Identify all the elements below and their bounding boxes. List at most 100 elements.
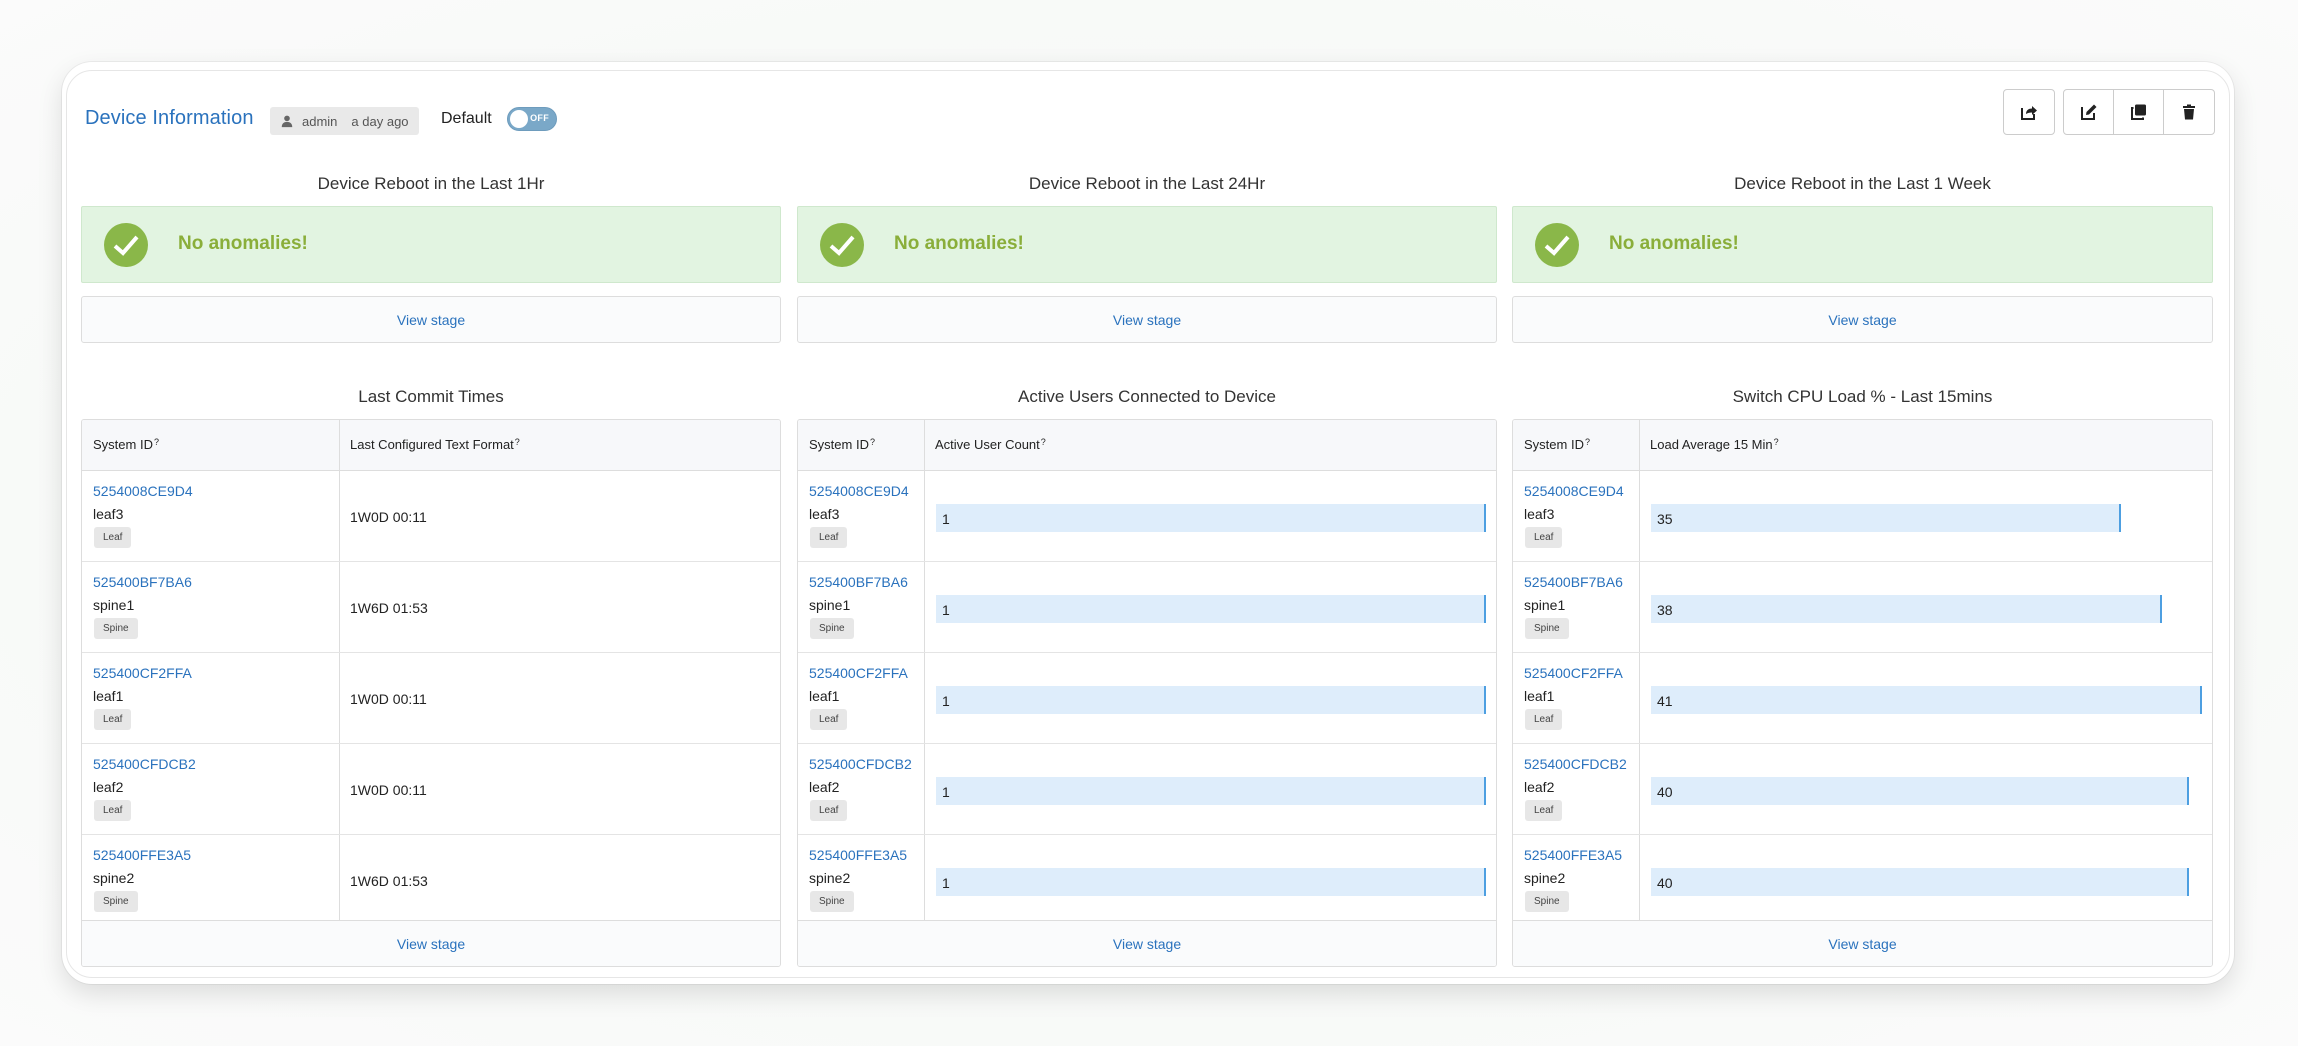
column-header-label: Active User Count [935, 437, 1040, 452]
hostname: spine1 [1524, 597, 1566, 613]
view-stage-link[interactable]: View stage [81, 296, 781, 343]
view-stage-link[interactable]: View stage [1513, 920, 2212, 966]
view-stage-link[interactable]: View stage [1512, 296, 2213, 343]
edit-button[interactable] [2064, 90, 2114, 134]
system-id-link[interactable]: 5254008CE9D4 [1524, 483, 1624, 499]
role-badge: Leaf [94, 800, 132, 821]
hostname: spine1 [809, 597, 851, 613]
table-row: 5254008CE9D4 leaf3 Leaf 35 [1513, 471, 2212, 562]
column-header-value[interactable]: Last Configured Text Format? [350, 437, 520, 452]
value-bar: 1 [936, 504, 1486, 532]
toggle-state: OFF [530, 113, 549, 123]
system-id-link[interactable]: 525400CF2FFA [809, 665, 908, 681]
role-badge: Spine [1525, 891, 1569, 912]
view-stage-link[interactable]: View stage [797, 296, 1497, 343]
help-icon[interactable]: ? [1041, 437, 1046, 447]
owner-name: admin [302, 113, 338, 129]
bar-value: 35 [1657, 511, 1673, 527]
share-group [2003, 89, 2055, 135]
hostname: leaf2 [809, 779, 840, 795]
system-id-link[interactable]: 525400FFE3A5 [809, 847, 907, 863]
table-header: System ID? Last Configured Text Format? [82, 420, 780, 471]
clone-button[interactable] [2114, 90, 2164, 134]
help-icon[interactable]: ? [154, 437, 159, 447]
value-bar: 1 [936, 686, 1486, 714]
bar-value: 1 [942, 693, 950, 709]
hostname: spine2 [93, 870, 135, 886]
value-bar-fill [1651, 504, 2122, 532]
role-badge: Leaf [1525, 527, 1563, 548]
cell-value: 1W0D 00:11 [350, 691, 427, 707]
role-badge: Leaf [1525, 709, 1563, 730]
value-bar-fill [1651, 868, 2189, 896]
help-icon[interactable]: ? [515, 437, 520, 447]
value-bar: 40 [1651, 868, 2202, 896]
view-stage-link[interactable]: View stage [798, 920, 1496, 966]
system-id-link[interactable]: 5254008CE9D4 [93, 483, 193, 499]
view-stage-link[interactable]: View stage [82, 920, 780, 966]
cell-value: 1W6D 01:53 [350, 873, 428, 889]
value-bar-fill [936, 686, 1486, 714]
hostname: spine2 [809, 870, 851, 886]
cell-value: 1W6D 01:53 [350, 600, 428, 616]
reboot-1hr-alert: No anomalies! [81, 206, 781, 283]
system-id-link[interactable]: 525400CF2FFA [1524, 665, 1623, 681]
commit-times-title: Last Commit Times [358, 387, 504, 406]
hostname: leaf1 [93, 688, 124, 704]
column-header-value[interactable]: Active User Count? [935, 437, 1046, 452]
value-bar: 1 [936, 777, 1486, 805]
alert-message: No anomalies! [1609, 233, 1739, 254]
hostname: leaf2 [93, 779, 124, 795]
help-icon[interactable]: ? [1585, 437, 1590, 447]
column-header-value[interactable]: Load Average 15 Min? [1650, 437, 1779, 452]
system-id-link[interactable]: 525400FFE3A5 [93, 847, 191, 863]
value-bar-fill [936, 868, 1486, 896]
check-circle-icon [1535, 223, 1579, 267]
default-toggle[interactable]: OFF [507, 107, 557, 131]
device-information-widget: Device Information admin a day ago Defau… [62, 62, 2234, 984]
delete-button[interactable] [2164, 90, 2214, 134]
hostname: spine1 [93, 597, 135, 613]
hostname: spine2 [1524, 870, 1566, 886]
column-header-label: Load Average 15 Min [1650, 437, 1773, 452]
bar-value: 1 [942, 602, 950, 618]
value-bar-fill [1651, 686, 2202, 714]
column-header-label: System ID [1524, 437, 1584, 452]
system-id-link[interactable]: 525400FFE3A5 [1524, 847, 1622, 863]
column-header-system-id[interactable]: System ID? [809, 437, 875, 452]
system-id-link[interactable]: 5254008CE9D4 [809, 483, 909, 499]
bar-value: 1 [942, 875, 950, 891]
share-button[interactable] [2004, 90, 2054, 134]
value-bar: 40 [1651, 777, 2202, 805]
value-bar-fill [936, 777, 1486, 805]
help-icon[interactable]: ? [870, 437, 875, 447]
table-row: 525400CFDCB2 leaf2 Leaf 1W0D 00:11 [82, 744, 780, 835]
system-id-link[interactable]: 525400BF7BA6 [93, 574, 192, 590]
column-header-system-id[interactable]: System ID? [1524, 437, 1590, 452]
edit-group [2063, 89, 2215, 135]
reboot-24hr-alert: No anomalies! [797, 206, 1497, 283]
role-badge: Spine [810, 891, 854, 912]
column-header-label: System ID [809, 437, 869, 452]
table-row: 525400CF2FFA leaf1 Leaf 1W0D 00:11 [82, 653, 780, 744]
edit-icon [2080, 104, 2096, 120]
check-circle-icon [820, 223, 864, 267]
system-id-link[interactable]: 525400CFDCB2 [1524, 756, 1627, 772]
table-row: 525400BF7BA6 spine1 Spine 1W6D 01:53 [82, 562, 780, 653]
table-row: 525400FFE3A5 spine2 Spine 40 [1513, 835, 2212, 926]
system-id-link[interactable]: 525400CFDCB2 [93, 756, 196, 772]
system-id-link[interactable]: 525400CF2FFA [93, 665, 192, 681]
table-row: 5254008CE9D4 leaf3 Leaf 1 [798, 471, 1496, 562]
system-id-link[interactable]: 525400CFDCB2 [809, 756, 912, 772]
table-row: 525400FFE3A5 spine2 Spine 1 [798, 835, 1496, 926]
cpu-load-title: Switch CPU Load % - Last 15mins [1732, 387, 1993, 406]
system-id-link[interactable]: 525400BF7BA6 [809, 574, 908, 590]
cpu-load-table: System ID? Load Average 15 Min? 5254008C… [1512, 419, 2213, 967]
help-icon[interactable]: ? [1774, 437, 1779, 447]
role-badge: Leaf [810, 800, 848, 821]
hostname: leaf1 [809, 688, 840, 704]
table-row: 525400FFE3A5 spine2 Spine 1W6D 01:53 [82, 835, 780, 926]
reboot-1hr-title: Device Reboot in the Last 1Hr [317, 174, 545, 193]
system-id-link[interactable]: 525400BF7BA6 [1524, 574, 1623, 590]
column-header-system-id[interactable]: System ID? [93, 437, 159, 452]
